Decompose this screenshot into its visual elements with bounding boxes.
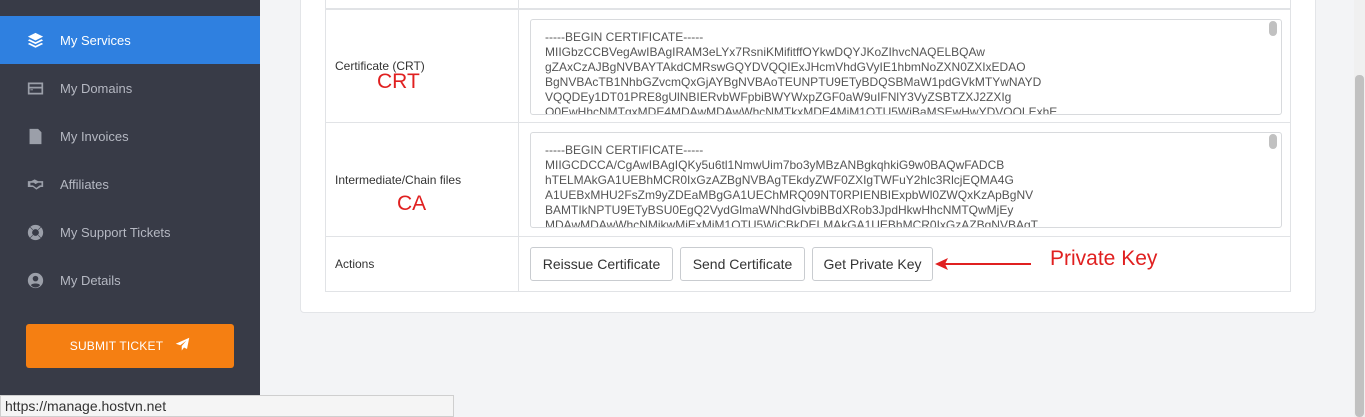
ca-line: A1UEBxMHU2FsZm9yZDEaMBgGA1UEChMRQ09NT0RP… [545, 188, 1034, 202]
paper-plane-icon [175, 337, 190, 355]
sidebar: My Services My Domains My Invoices Affil… [0, 0, 260, 417]
intermediate-label: Intermediate/Chain files [326, 123, 519, 236]
reissue-certificate-button[interactable]: Reissue Certificate [530, 247, 673, 281]
textarea-scrollbar[interactable] [1269, 134, 1277, 149]
sidebar-item-label: My Support Tickets [60, 224, 171, 240]
get-private-key-button[interactable]: Get Private Key [812, 247, 933, 281]
certificate-textarea[interactable]: -----BEGIN CERTIFICATE----- MIIGbzCCBVeg… [530, 19, 1282, 115]
ca-line: BAMTIkNPTU9ETyBSU0EgQ2VydGlmaWNhdGlvbiBB… [545, 203, 1014, 217]
sidebar-item-label: Affiliates [60, 176, 109, 192]
sidebar-item-affiliates[interactable]: Affiliates [0, 160, 260, 208]
sidebar-item-label: My Details [60, 272, 121, 288]
sidebar-item-my-details[interactable]: My Details [0, 256, 260, 304]
intermediate-value-cell: -----BEGIN CERTIFICATE----- MIIGCDCCA/Cg… [520, 123, 1290, 236]
row-value-empty [520, 0, 1290, 8]
page-scrollbar[interactable] [1354, 0, 1365, 417]
ca-line: -----BEGIN CERTIFICATE----- [545, 143, 704, 157]
certificate-value-cell: -----BEGIN CERTIFICATE----- MIIGbzCCBVeg… [520, 10, 1290, 122]
cert-line: Q0EwHhcNMTgxMDE4MDAwMDAwWhcNMTkxMDE4MjM1… [545, 105, 1058, 115]
layers-icon [25, 30, 45, 50]
sidebar-item-my-services[interactable]: My Services [0, 16, 260, 64]
handshake-icon [25, 174, 45, 194]
intermediate-textarea[interactable]: -----BEGIN CERTIFICATE----- MIIGCDCCA/Cg… [530, 132, 1282, 228]
table-row-top [325, 0, 1291, 9]
user-circle-icon [25, 270, 45, 290]
invoice-icon [25, 126, 45, 146]
ca-line: hTELMAkGA1UEBhMCR0IxGzAZBgNVBAgTEkdyZWF0… [545, 173, 1014, 187]
table-row-certificate: Certificate (CRT) -----BEGIN CERTIFICATE… [325, 9, 1291, 123]
sidebar-item-label: My Invoices [60, 128, 129, 144]
sidebar-item-my-support-tickets[interactable]: My Support Tickets [0, 208, 260, 256]
sidebar-item-my-domains[interactable]: My Domains [0, 64, 260, 112]
domain-icon [25, 78, 45, 98]
submit-ticket-button[interactable]: SUBMIT TICKET [26, 324, 234, 368]
table-row-intermediate: Intermediate/Chain files -----BEGIN CERT… [325, 123, 1291, 237]
sidebar-item-label: My Domains [60, 80, 133, 96]
cert-line: -----BEGIN CERTIFICATE----- [545, 30, 704, 44]
send-certificate-button[interactable]: Send Certificate [680, 247, 805, 281]
certificate-label: Certificate (CRT) [326, 10, 519, 122]
cert-line: BgNVBAcTB1NhbGZvcmQxGjAYBgNVBAoTEUNPTU9E… [545, 75, 1042, 89]
arrow-left-icon [935, 258, 1031, 270]
cert-line: MIIGbzCCBVegAwIBAgIRAM3eLYx7RsniKMifitff… [545, 45, 985, 59]
actions-label: Actions [326, 237, 519, 291]
actions-cell: Reissue Certificate Send Certificate Get… [520, 237, 1290, 291]
sidebar-item-label: My Services [60, 32, 131, 48]
private-key-annotation: Private Key [1050, 247, 1158, 270]
submit-ticket-label: SUBMIT TICKET [69, 339, 164, 353]
ca-line: MIIGCDCCA/CgAwIBAgIQKy5u6tl1NmwUim7bo3yM… [545, 158, 1005, 172]
sidebar-item-my-invoices[interactable]: My Invoices [0, 112, 260, 160]
crt-annotation: CRT [377, 70, 420, 93]
lifebuoy-icon [25, 222, 45, 242]
ca-line: MDAwMDAwWhcNMjkwMjExMjM1OTU5WjCBkDELMAkG… [545, 218, 1038, 228]
status-url: https://manage.hostvn.net [0, 395, 454, 417]
page-scrollbar-thumb[interactable] [1355, 75, 1364, 417]
row-label-empty [326, 0, 519, 8]
textarea-scrollbar[interactable] [1269, 21, 1277, 36]
cert-line: gZAxCzAJBgNVBAYTAkdCMRswGQYDVQQIExJHcmVh… [545, 60, 1026, 74]
cert-line: VQQDEy1DT01PRE8gUlNBIERvbWFpbiBWYWxpZGF0… [545, 90, 1012, 104]
ca-annotation: CA [397, 192, 427, 215]
